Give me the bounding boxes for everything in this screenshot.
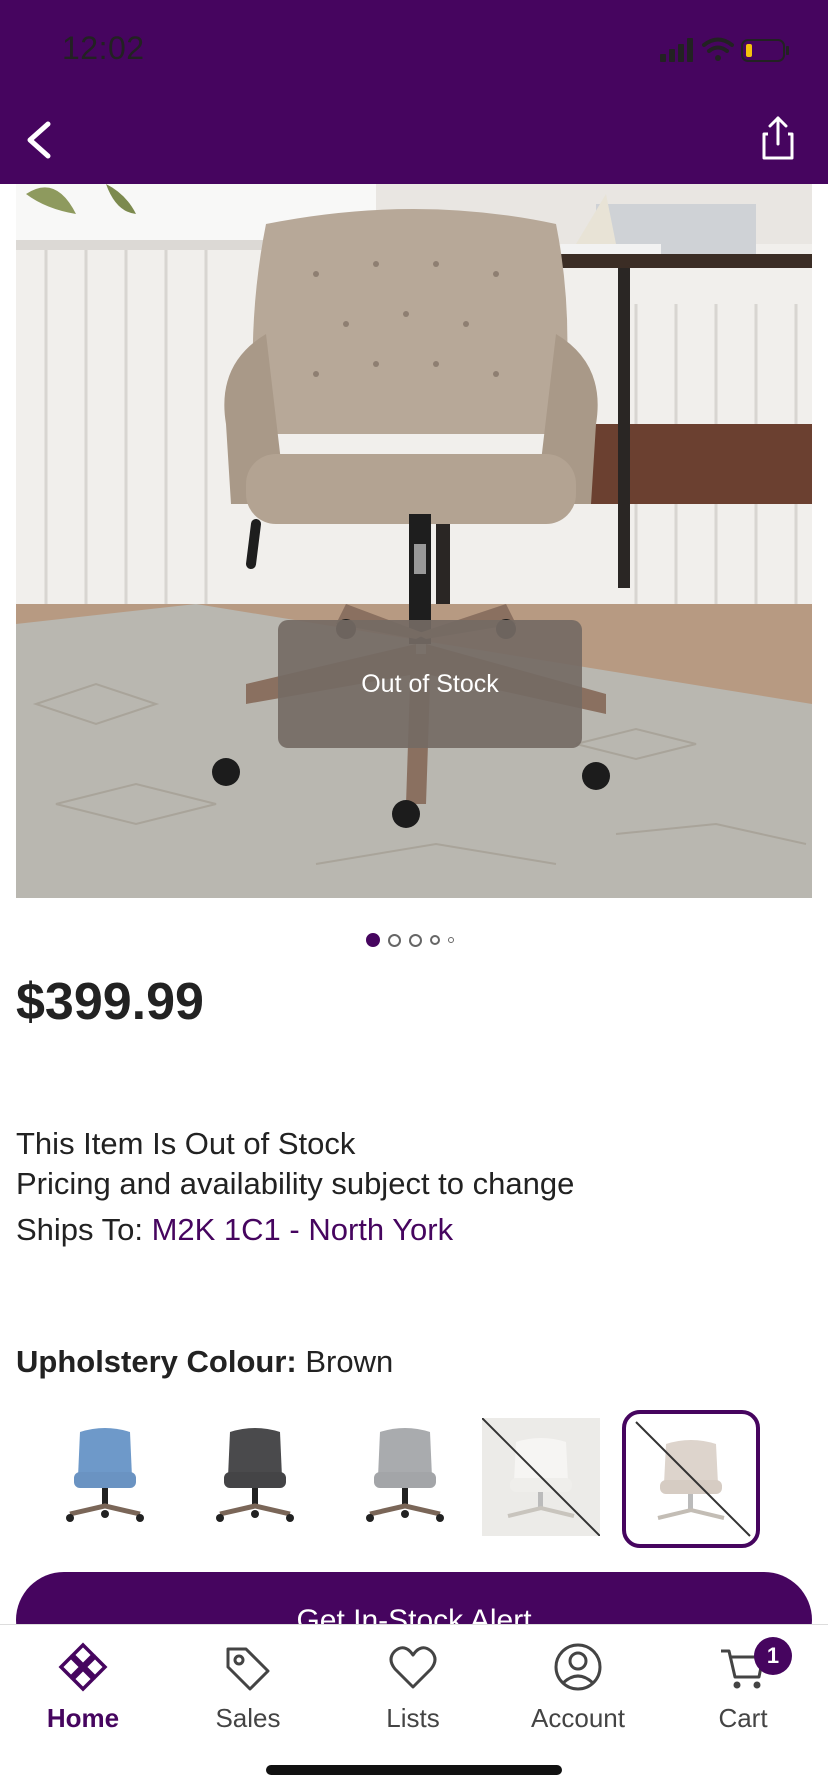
- share-button[interactable]: [758, 114, 798, 164]
- tab-lists[interactable]: Lists: [338, 1639, 488, 1749]
- wifi-icon: [702, 37, 734, 61]
- carousel-dot[interactable]: [388, 933, 401, 947]
- out-of-stock-overlay: Out of Stock: [278, 620, 582, 748]
- product-price: $399.99: [16, 973, 204, 1031]
- tab-home-label: Home: [46, 1703, 120, 1733]
- cart-count-badge: 1: [754, 1637, 792, 1675]
- tab-lists-label: Lists: [386, 1703, 440, 1733]
- home-indicator: [266, 1765, 562, 1775]
- status-time: 12:02: [62, 30, 145, 66]
- stock-info: This Item Is Out of Stock Pricing and av…: [16, 1124, 574, 1204]
- tab-home[interactable]: Home: [8, 1639, 158, 1749]
- swatch-dark-grey[interactable]: [196, 1418, 314, 1536]
- product-photo: [16, 184, 812, 898]
- chair-thumbnail: [366, 1428, 444, 1522]
- carousel-dot[interactable]: [366, 933, 380, 947]
- carousel-dot[interactable]: [409, 933, 422, 947]
- chair-thumbnail: [216, 1428, 294, 1522]
- ships-to-label: Ships To:: [16, 1212, 143, 1247]
- tab-account[interactable]: Account: [503, 1639, 653, 1749]
- heart-icon: [389, 1646, 437, 1689]
- colour-option-value: Brown: [305, 1344, 394, 1379]
- colour-swatch-list: [16, 1410, 812, 1550]
- battery-icon: [741, 39, 789, 62]
- tab-cart[interactable]: 1 Cart: [668, 1637, 818, 1749]
- tab-sales-label: Sales: [215, 1703, 281, 1733]
- tab-account-label: Account: [531, 1703, 625, 1733]
- pricing-note: Pricing and availability subject to chan…: [16, 1166, 575, 1201]
- status-icons: [660, 37, 789, 62]
- swatch-light-grey[interactable]: [346, 1418, 464, 1536]
- chair-thumbnail: [66, 1428, 144, 1522]
- stock-message: This Item Is Out of Stock: [16, 1126, 356, 1161]
- unavailable-strike: [482, 1418, 600, 1536]
- carousel-dot[interactable]: [430, 935, 440, 945]
- bottom-tab-bar: Home Sales Lists Account 1 Cart: [0, 1624, 828, 1792]
- colour-option-label: Upholstery Colour: Brown: [16, 1344, 393, 1380]
- account-icon: [554, 1643, 602, 1691]
- swatch-white[interactable]: [482, 1418, 600, 1536]
- swatch-brown[interactable]: [622, 1410, 760, 1548]
- signal-icon: [660, 38, 693, 62]
- product-image-carousel[interactable]: Out of Stock: [16, 184, 812, 898]
- tab-cart-label: Cart: [718, 1703, 768, 1733]
- tag-icon: [226, 1647, 270, 1691]
- tab-sales[interactable]: Sales: [173, 1639, 323, 1749]
- colour-option-title: Upholstery Colour:: [16, 1344, 297, 1379]
- unavailable-strike: [635, 1421, 751, 1537]
- carousel-pagination[interactable]: [366, 932, 454, 948]
- top-nav-bar: 12:02: [0, 0, 828, 184]
- carousel-dot[interactable]: [448, 937, 454, 943]
- back-button[interactable]: [18, 112, 62, 168]
- home-icon: [58, 1642, 108, 1692]
- ships-to[interactable]: Ships To: M2K 1C1 - North York: [16, 1212, 453, 1248]
- ships-to-location-link[interactable]: M2K 1C1 - North York: [152, 1212, 454, 1247]
- swatch-blue[interactable]: [46, 1418, 164, 1536]
